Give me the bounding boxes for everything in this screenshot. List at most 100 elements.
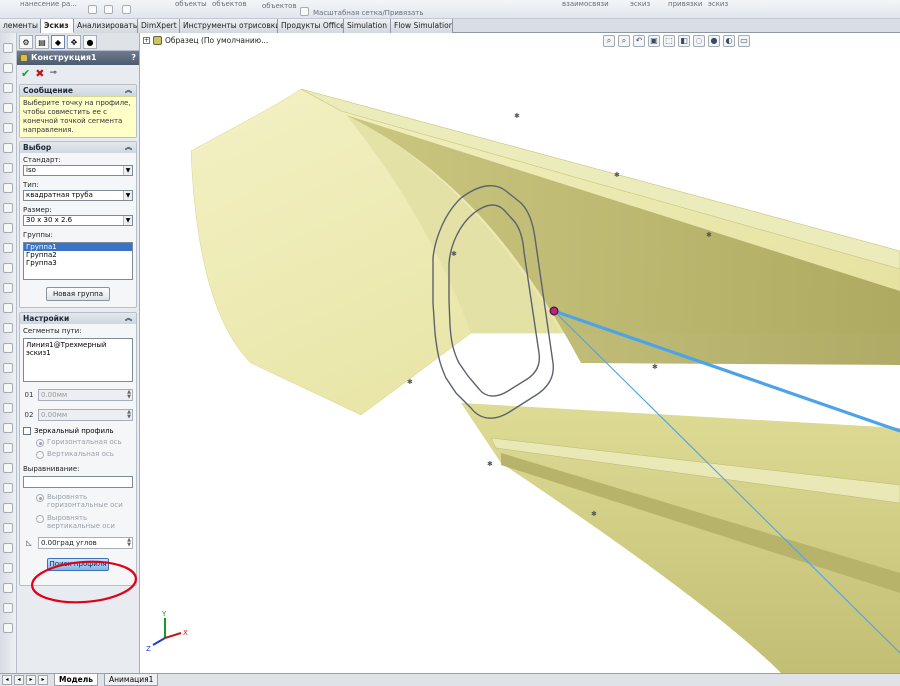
tool-icon[interactable] [3, 243, 13, 253]
smart-dimension-icon[interactable] [88, 5, 97, 14]
sketch-point-icon[interactable]: ✱ [614, 171, 620, 179]
offset1-input[interactable]: 0.00мм ▲ ▼ [38, 389, 133, 401]
spin-arrows-icon[interactable]: ▲ ▼ [126, 538, 132, 548]
ribbon-label-objects-1[interactable]: объекты [175, 0, 207, 8]
tab-dimxpert[interactable]: DimXpert [138, 19, 180, 33]
message-header[interactable]: Сообщение ︽ [20, 85, 136, 96]
property-manager-tab-icon[interactable]: ▤ [35, 35, 49, 49]
align-horizontal-row[interactable]: Выровнять горизонтальные оси [36, 493, 133, 509]
collapse-chevron-icon[interactable]: ︽ [125, 313, 132, 324]
ribbon-label-relations[interactable]: взаимосвязи [562, 0, 609, 8]
ribbon-label-sketch-2[interactable]: эскиз [708, 0, 728, 8]
graphics-viewport[interactable]: ✱ ✱ ✱ ✱ ✱ ✱ ✱ ✱ Y X Z + Образец (По умол… [141, 33, 900, 673]
last-tab-icon[interactable]: ▸ [38, 675, 48, 685]
cancel-x-icon[interactable]: ✖ [35, 67, 44, 80]
collapse-chevron-icon[interactable]: ︽ [125, 142, 132, 153]
tool-icon[interactable] [3, 103, 13, 113]
tool-icon[interactable] [3, 423, 13, 433]
zoom-to-area-icon[interactable]: ⌕ [618, 35, 630, 47]
list-item[interactable]: Группа3 [24, 259, 132, 267]
new-group-button[interactable]: Новая группа [46, 287, 110, 301]
tool-icon[interactable] [3, 563, 13, 573]
ribbon-label-sketch-1[interactable]: эскиз [630, 0, 650, 8]
ribbon-label-snaps[interactable]: привязки [668, 0, 702, 8]
tool-icon[interactable] [3, 343, 13, 353]
tool-icon[interactable] [3, 463, 13, 473]
feature-tree-root[interactable]: + Образец (По умолчанию... [143, 36, 268, 45]
tool-icon[interactable] [3, 623, 13, 633]
mirror-profile-row[interactable]: Зеркальный профиль [23, 427, 133, 435]
align-horizontal-radio[interactable] [36, 494, 44, 502]
ribbon-label-sketch-text[interactable]: нанесение ра... [20, 0, 77, 8]
edit-appearance-icon[interactable]: ● [708, 35, 720, 47]
tab-evaluate[interactable]: Анализировать [74, 19, 138, 33]
sketch-point-icon[interactable]: ✱ [487, 460, 493, 468]
ribbon-label-objects-3[interactable]: объектов [262, 2, 297, 10]
tool-icon[interactable] [3, 503, 13, 513]
tool-icon[interactable] [3, 443, 13, 453]
pushpin-icon[interactable]: ⊸ [49, 68, 57, 78]
size-select[interactable]: 30 x 30 x 2.6 ▼ [23, 215, 133, 226]
tool-icon[interactable] [3, 43, 13, 53]
tool-icon[interactable] [3, 163, 13, 173]
tool-icon[interactable] [3, 323, 13, 333]
align-vertical-radio[interactable] [36, 515, 44, 523]
help-icon[interactable]: ? [131, 51, 136, 65]
path-segment-item[interactable]: Линия1@Трехмерный эскиз1 [26, 341, 106, 357]
part-name[interactable]: Образец (По умолчанию... [165, 36, 268, 45]
settings-header[interactable]: Настройки ︽ [20, 313, 136, 324]
horizontal-axis-radio[interactable] [36, 439, 44, 447]
tab-office-products[interactable]: Продукты Office [278, 19, 344, 33]
sketch-point-icon[interactable]: ✱ [514, 112, 520, 120]
groups-listbox[interactable]: Группа1 Группа2 Группа3 [23, 242, 133, 280]
tool-icon[interactable] [3, 603, 13, 613]
zoom-to-fit-icon[interactable]: ⌕ [603, 35, 615, 47]
standard-select[interactable]: iso ▼ [23, 165, 133, 176]
selection-header[interactable]: Выбор ︽ [20, 142, 136, 153]
offset2-input[interactable]: 0.00мм ▲ ▼ [38, 409, 133, 421]
tool-icon[interactable] [3, 83, 13, 93]
tab-sketch[interactable]: Эскиз [41, 19, 74, 33]
tool-icon[interactable] [3, 383, 13, 393]
prev-tab-icon[interactable]: ◂ [14, 675, 24, 685]
configuration-manager-tab-icon[interactable]: ◆ [51, 35, 65, 49]
horizontal-axis-row[interactable]: Горизонтальная ось [36, 438, 133, 447]
align-field[interactable] [23, 476, 133, 488]
expand-icon[interactable]: + [143, 37, 150, 44]
tool-icon[interactable] [3, 123, 13, 133]
ribbon-label-grid-snap[interactable]: Масштабная сетка/Привязать [313, 9, 424, 17]
tool-icon[interactable] [3, 483, 13, 493]
tab-features[interactable]: лементы [0, 19, 41, 33]
dropdown-arrow-icon[interactable]: ▼ [123, 216, 132, 225]
sketch-point-icon[interactable]: ✱ [706, 231, 712, 239]
tab-model[interactable]: Модель [54, 674, 98, 686]
grid-snap-icon[interactable] [300, 7, 309, 16]
tool-icon[interactable] [3, 183, 13, 193]
previous-view-icon[interactable]: ↶ [633, 35, 645, 47]
align-vertical-row[interactable]: Выровнять вертикальные оси [36, 514, 133, 530]
mirror-checkbox[interactable] [23, 427, 31, 435]
selected-vertex-icon[interactable] [549, 306, 559, 316]
tab-flow-simulation[interactable]: Flow Simulation [391, 19, 453, 33]
spin-arrows-icon[interactable]: ▲ ▼ [126, 410, 132, 420]
circle-icon[interactable] [104, 5, 113, 14]
spin-arrows-icon[interactable]: ▲ ▼ [126, 390, 132, 400]
collapse-chevron-icon[interactable]: ︽ [125, 85, 132, 96]
tab-animation[interactable]: Анимация1 [104, 674, 159, 686]
display-style-icon[interactable]: ◧ [678, 35, 690, 47]
tool-icon[interactable] [3, 143, 13, 153]
tool-icon[interactable] [3, 363, 13, 373]
apply-scene-icon[interactable]: ◐ [723, 35, 735, 47]
spline-icon[interactable] [122, 5, 131, 14]
path-segments-list[interactable]: Линия1@Трехмерный эскиз1 [23, 338, 133, 382]
sketch-point-icon[interactable]: ✱ [407, 378, 413, 386]
tool-icon[interactable] [3, 223, 13, 233]
dimxpert-manager-tab-icon[interactable]: ✥ [67, 35, 81, 49]
vertical-axis-row[interactable]: Вертикальная ось [36, 450, 133, 459]
first-tab-icon[interactable]: ◂ [2, 675, 12, 685]
ok-check-icon[interactable]: ✔ [21, 67, 30, 80]
hide-show-icon[interactable]: ◌ [693, 35, 705, 47]
ribbon-label-objects-2[interactable]: объектов [212, 0, 247, 8]
tool-icon[interactable] [3, 203, 13, 213]
list-item[interactable]: Группа2 [24, 251, 132, 259]
